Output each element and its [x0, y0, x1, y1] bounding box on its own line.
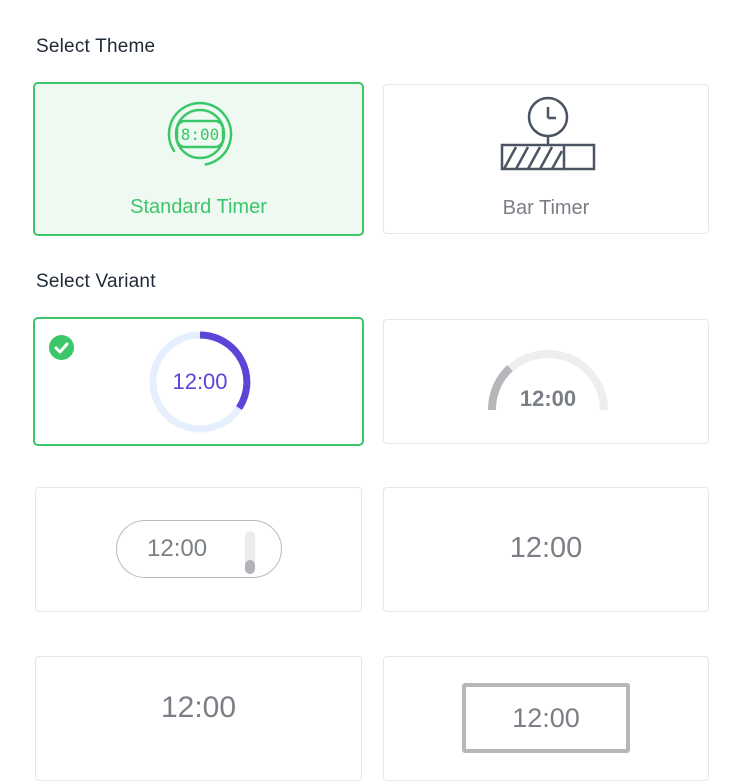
select-theme-heading: Select Theme — [36, 36, 156, 57]
bar-timer-icon — [500, 95, 596, 175]
variant-card-plain[interactable]: 12:00 — [383, 487, 709, 612]
variant-card-plain-large[interactable]: 12:00 — [35, 656, 362, 781]
pill-timer: 12:00 — [116, 520, 282, 578]
circular-timer-time: 12:00 — [172, 369, 228, 394]
pill-timer-time: 12:00 — [147, 535, 208, 562]
circular-timer: 12:00 — [147, 329, 253, 435]
variant-card-semicircle[interactable]: 12:00 — [383, 319, 709, 444]
boxed-timer-time: 12:00 — [512, 703, 580, 733]
semicircle-timer: 12:00 — [486, 346, 610, 416]
select-variant-heading: Select Variant — [36, 271, 156, 292]
theme-card-bar-timer[interactable]: Bar Timer — [383, 84, 709, 234]
variant-card-circular[interactable]: 12:00 — [33, 317, 364, 446]
standard-timer-icon: 8:00 — [163, 94, 237, 172]
bar-timer-label: Bar Timer — [502, 197, 590, 219]
variant-card-pill[interactable]: 12:00 — [35, 487, 362, 612]
standard-timer-icon-text: 8:00 — [181, 125, 220, 144]
pill-slider-thumb — [245, 560, 255, 574]
theme-card-standard-timer[interactable]: 8:00 Standard Timer — [33, 82, 364, 236]
selected-check-icon — [49, 335, 74, 360]
pill-slider-track — [245, 531, 255, 574]
boxed-timer: 12:00 — [462, 683, 630, 753]
semicircle-timer-time: 12:00 — [519, 386, 577, 411]
standard-timer-label: Standard Timer — [130, 196, 267, 218]
variant-card-boxed[interactable]: 12:00 — [383, 656, 709, 781]
plain-timer-time: 12:00 — [509, 532, 583, 564]
